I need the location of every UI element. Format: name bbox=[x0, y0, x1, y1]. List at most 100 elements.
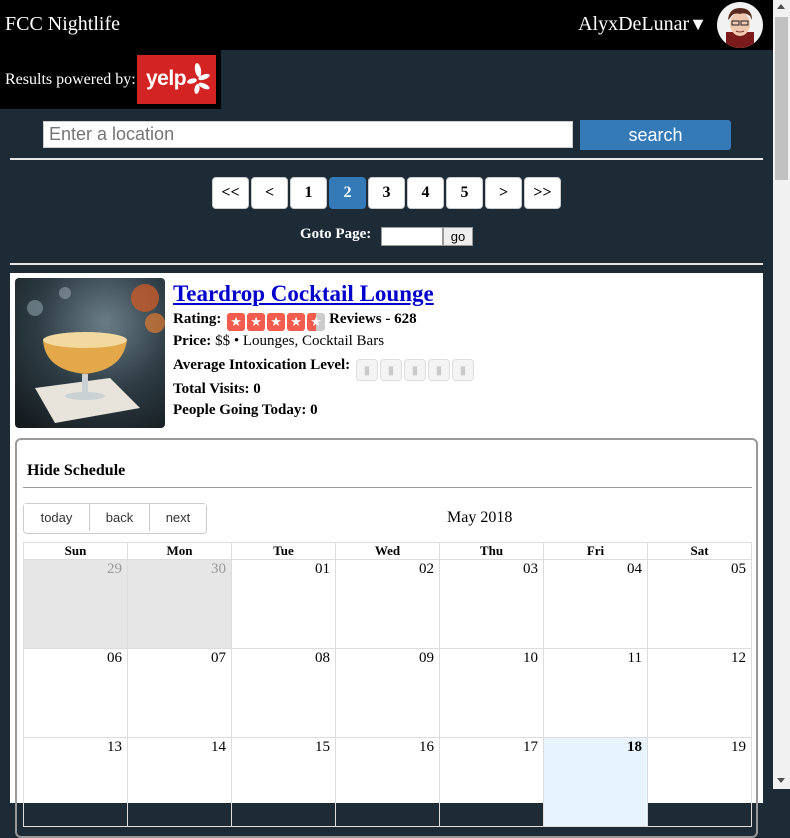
weekday-header: Wed bbox=[335, 542, 440, 560]
star-icon: ★ bbox=[267, 313, 286, 331]
page-4-button[interactable]: 4 bbox=[407, 177, 444, 209]
next-page-button[interactable]: > bbox=[485, 177, 522, 209]
reviews-count: Reviews - 628 bbox=[329, 311, 417, 327]
user-menu[interactable]: AlyxDeLunar▼ bbox=[578, 13, 707, 36]
calendar-day-cell[interactable]: 05 bbox=[647, 559, 752, 649]
going-value: 0 bbox=[310, 402, 318, 418]
beer-mug-icon: ▮ bbox=[403, 359, 426, 381]
page-scrollbar[interactable] bbox=[773, 0, 790, 789]
calendar-day-cell[interactable]: 13 bbox=[23, 737, 128, 827]
calendar-day-cell[interactable]: 02 bbox=[335, 559, 440, 649]
calendar-day-cell[interactable]: 03 bbox=[439, 559, 544, 649]
calendar-day-cell[interactable]: 30 bbox=[127, 559, 232, 649]
divider bbox=[10, 263, 763, 265]
beer-mug-icon: ▮ bbox=[427, 359, 450, 381]
powered-by-panel: Results powered by: yelp bbox=[0, 50, 221, 109]
rating-label: Rating: bbox=[173, 311, 222, 327]
schedule-panel: Hide Schedule today back next May 2018 S… bbox=[15, 438, 758, 838]
day-number: 15 bbox=[315, 739, 330, 755]
goto-page-input[interactable] bbox=[381, 227, 443, 246]
calendar-day-cell[interactable]: 08 bbox=[231, 648, 336, 738]
calendar-day-cell[interactable]: 04 bbox=[543, 559, 648, 649]
day-number: 18 bbox=[627, 739, 642, 755]
first-page-button[interactable]: << bbox=[212, 177, 249, 209]
calendar-nav: today back next bbox=[23, 503, 207, 534]
page-3-button[interactable]: 3 bbox=[368, 177, 405, 209]
visits-label: Total Visits: bbox=[173, 381, 250, 397]
day-number: 11 bbox=[627, 650, 642, 666]
calendar-day-cell[interactable]: 16 bbox=[335, 737, 440, 827]
weekday-header: Tue bbox=[231, 542, 336, 560]
day-number: 17 bbox=[523, 739, 538, 755]
hide-schedule-toggle[interactable]: Hide Schedule bbox=[27, 462, 125, 480]
calendar-day-cell[interactable]: 11 bbox=[543, 648, 648, 738]
business-photo[interactable] bbox=[15, 278, 165, 428]
calendar-day-cell[interactable]: 29 bbox=[23, 559, 128, 649]
day-number: 16 bbox=[419, 739, 434, 755]
app-title[interactable]: FCC Nightlife bbox=[5, 13, 120, 36]
calendar-day-cell[interactable]: 09 bbox=[335, 648, 440, 738]
business-card: Teardrop Cocktail Lounge Rating: ★ ★ ★ ★ ★ R… bbox=[10, 273, 763, 838]
yelp-burst-icon bbox=[187, 63, 210, 94]
star-rating: ★ ★ ★ ★ ★ bbox=[227, 313, 327, 331]
business-name-link[interactable]: Teardrop Cocktail Lounge bbox=[173, 281, 434, 307]
day-number: 03 bbox=[523, 561, 538, 577]
star-icon: ★ bbox=[287, 313, 306, 331]
scroll-up-arrow-icon[interactable] bbox=[777, 4, 785, 9]
calendar-day-cell[interactable]: 10 bbox=[439, 648, 544, 738]
calendar-day-cell[interactable]: 01 bbox=[231, 559, 336, 649]
location-search-input[interactable] bbox=[43, 121, 573, 148]
top-navbar: FCC Nightlife AlyxDeLunar▼ bbox=[0, 0, 773, 50]
calendar-day-cell[interactable]: 07 bbox=[127, 648, 232, 738]
calendar-day-cell[interactable]: 06 bbox=[23, 648, 128, 738]
calendar-day-cell[interactable]: 17 bbox=[439, 737, 544, 827]
day-number: 13 bbox=[107, 739, 122, 755]
calendar-today-button[interactable]: today bbox=[24, 504, 89, 531]
weekday-header: Fri bbox=[543, 542, 648, 560]
day-number: 01 bbox=[315, 561, 330, 577]
intoxication-row: Average Intoxication Level: ▮ ▮ ▮ ▮ ▮ bbox=[173, 357, 476, 381]
calendar-day-cell[interactable]: 14 bbox=[127, 737, 232, 827]
calendar-today-cell[interactable]: 18 bbox=[543, 737, 648, 827]
calendar-day-cell[interactable]: 15 bbox=[231, 737, 336, 827]
beer-mug-icon: ▮ bbox=[355, 359, 378, 381]
day-number: 02 bbox=[419, 561, 434, 577]
day-number: 09 bbox=[419, 650, 434, 666]
calendar-week-row: 13 14 15 16 17 18 19 bbox=[23, 737, 752, 827]
prev-page-button[interactable]: < bbox=[251, 177, 288, 209]
search-button[interactable]: search bbox=[580, 120, 731, 150]
intoxication-meter: ▮ ▮ ▮ ▮ ▮ bbox=[355, 359, 476, 381]
scroll-down-arrow-icon[interactable] bbox=[777, 778, 785, 783]
yelp-logo[interactable]: yelp bbox=[137, 55, 216, 104]
day-number: 30 bbox=[211, 561, 226, 577]
calendar-week-row: 29 30 01 02 03 04 05 bbox=[23, 559, 752, 649]
page-2-button[interactable]: 2 bbox=[329, 177, 366, 209]
calendar-month-title: May 2018 bbox=[447, 509, 513, 526]
price-categories: $$ • Lounges, Cocktail Bars bbox=[215, 333, 385, 349]
powered-by-label: Results powered by: bbox=[5, 71, 136, 88]
star-half-icon: ★ bbox=[307, 313, 326, 331]
calendar-back-button[interactable]: back bbox=[89, 504, 149, 531]
beer-mug-icon: ▮ bbox=[379, 359, 402, 381]
day-number: 08 bbox=[315, 650, 330, 666]
page-1-button[interactable]: 1 bbox=[290, 177, 327, 209]
page-5-button[interactable]: 5 bbox=[446, 177, 483, 209]
calendar-day-cell[interactable]: 12 bbox=[647, 648, 752, 738]
star-icon: ★ bbox=[247, 313, 266, 331]
scrollbar-thumb[interactable] bbox=[775, 17, 788, 180]
day-number: 06 bbox=[107, 650, 122, 666]
avatar[interactable] bbox=[717, 2, 763, 48]
visits-value: 0 bbox=[253, 381, 261, 397]
last-page-button[interactable]: >> bbox=[524, 177, 561, 209]
star-icon: ★ bbox=[227, 313, 246, 331]
beer-mug-icon: ▮ bbox=[451, 359, 474, 381]
goto-button[interactable]: go bbox=[443, 227, 473, 246]
day-number: 12 bbox=[731, 650, 746, 666]
day-number: 10 bbox=[523, 650, 538, 666]
price-row: Price: $$ • Lounges, Cocktail Bars bbox=[173, 333, 384, 350]
day-number: 29 bbox=[107, 561, 122, 577]
calendar-day-cell[interactable]: 19 bbox=[647, 737, 752, 827]
username: AlyxDeLunar bbox=[578, 13, 690, 35]
weekday-header: Sat bbox=[647, 542, 752, 560]
calendar-next-button[interactable]: next bbox=[149, 504, 206, 531]
